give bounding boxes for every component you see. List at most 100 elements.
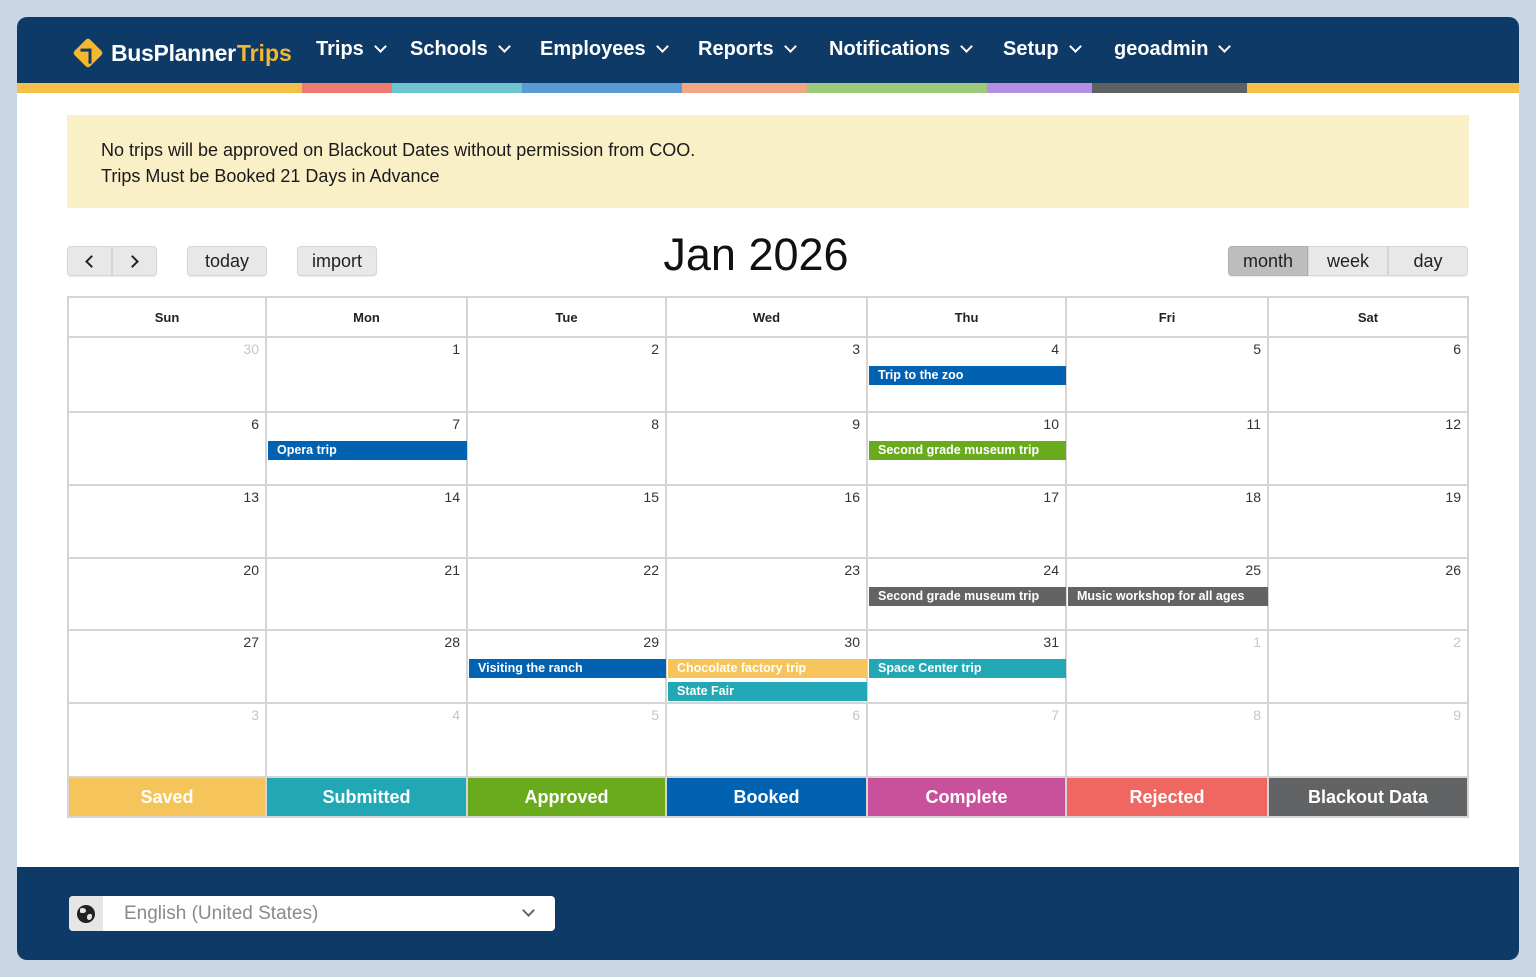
chevron-right-icon [126, 254, 139, 268]
day-cell[interactable]: 9 [1269, 704, 1467, 778]
nav-reports[interactable]: Reports [698, 38, 797, 61]
app-window: BusPlanner Trips Trips Schools Employees… [17, 17, 1519, 960]
day-number: 16 [844, 489, 860, 505]
day-cell[interactable]: 12 [1269, 413, 1467, 486]
stripe-segment [522, 83, 682, 93]
nav-employees[interactable]: Employees [540, 38, 669, 61]
day-cell[interactable]: 26 [1269, 559, 1467, 631]
nav-setup[interactable]: Setup [1003, 38, 1082, 61]
top-navbar: BusPlanner Trips Trips Schools Employees… [17, 17, 1519, 83]
day-cell[interactable]: 21 [267, 559, 468, 631]
day-cell[interactable]: 11 [1067, 413, 1269, 486]
legend-item-approved: Approved [468, 778, 667, 816]
stripe-segment [302, 83, 392, 93]
nav-trips[interactable]: Trips [316, 38, 387, 61]
day-cell[interactable]: 17 [868, 486, 1067, 559]
day-cell[interactable]: 6 [1269, 338, 1467, 413]
calendar-event[interactable]: Music workshop for all ages [1068, 587, 1268, 606]
nav-employees-label: Employees [540, 38, 646, 60]
day-cell[interactable]: 16 [667, 486, 868, 559]
day-cell[interactable]: 7 [868, 704, 1067, 778]
weekday-header: Fri [1067, 298, 1269, 338]
language-value: English (United States) [124, 902, 319, 924]
chevron-down-icon [960, 40, 973, 53]
next-button[interactable] [112, 246, 157, 276]
prev-button[interactable] [67, 246, 112, 276]
day-cell[interactable]: 8 [1067, 704, 1269, 778]
weekday-header: Thu [868, 298, 1067, 338]
day-number: 1 [452, 341, 460, 357]
nav-schools-label: Schools [410, 38, 488, 60]
language-select[interactable]: English (United States) [69, 896, 555, 931]
day-number: 5 [651, 707, 659, 723]
calendar-event[interactable]: Space Center trip [869, 659, 1066, 678]
day-number: 8 [1253, 707, 1261, 723]
day-cell[interactable]: 6 [69, 413, 267, 486]
day-cell[interactable]: 19 [1269, 486, 1467, 559]
day-cell[interactable]: 13 [69, 486, 267, 559]
legend-item-blackout-data: Blackout Data [1269, 778, 1467, 816]
calendar-title: Jan 2026 [663, 229, 849, 280]
day-cell[interactable]: 3 [69, 704, 267, 778]
day-cell[interactable]: 3 [667, 338, 868, 413]
day-cell[interactable]: 2 [468, 338, 667, 413]
nav-trips-label: Trips [316, 38, 364, 60]
weekday-header: Wed [667, 298, 868, 338]
day-cell[interactable]: 5 [1067, 338, 1269, 413]
day-cell[interactable]: 18 [1067, 486, 1269, 559]
stripe-segment [682, 83, 807, 93]
stripe-segment [1092, 83, 1247, 93]
day-number: 3 [852, 341, 860, 357]
day-number: 21 [444, 562, 460, 578]
calendar-event[interactable]: Chocolate factory trip [668, 659, 867, 678]
calendar-event[interactable]: Second grade museum trip [869, 587, 1066, 606]
day-number: 6 [251, 416, 259, 432]
chevron-down-icon [783, 40, 797, 53]
day-cell[interactable]: 28 [267, 631, 468, 704]
day-cell[interactable]: 27 [69, 631, 267, 704]
app-logo[interactable]: BusPlanner Trips [72, 37, 292, 69]
day-cell[interactable]: 2 [1269, 631, 1467, 704]
calendar-event[interactable]: Second grade museum trip [869, 441, 1066, 460]
today-button[interactable]: today [187, 246, 267, 276]
day-cell[interactable]: 20 [69, 559, 267, 631]
day-cell[interactable]: 5 [468, 704, 667, 778]
import-button[interactable]: import [297, 246, 377, 276]
day-cell[interactable]: 8 [468, 413, 667, 486]
day-number: 19 [1445, 489, 1461, 505]
stripe-segment [807, 83, 987, 93]
day-cell[interactable]: 1 [1067, 631, 1269, 704]
day-number: 12 [1445, 416, 1461, 432]
chevron-down-icon [522, 904, 535, 917]
view-day-button[interactable]: day [1388, 246, 1468, 276]
day-cell[interactable]: 22 [468, 559, 667, 631]
nav-schools[interactable]: Schools [410, 38, 511, 61]
weekday-header: Mon [267, 298, 468, 338]
day-number: 25 [1245, 562, 1261, 578]
day-cell[interactable]: 9 [667, 413, 868, 486]
calendar-event[interactable]: Trip to the zoo [869, 366, 1066, 385]
nav-notifications[interactable]: Notifications [829, 38, 973, 61]
view-week-button[interactable]: week [1308, 246, 1388, 276]
day-cell[interactable]: 15 [468, 486, 667, 559]
chevron-down-icon [655, 40, 669, 53]
day-number: 20 [243, 562, 259, 578]
view-month-button[interactable]: month [1228, 246, 1308, 276]
legend-item-rejected: Rejected [1067, 778, 1269, 816]
day-cell[interactable]: 4 [267, 704, 468, 778]
legend-item-saved: Saved [69, 778, 267, 816]
calendar-event[interactable]: State Fair [668, 682, 867, 701]
calendar-event[interactable]: Visiting the ranch [469, 659, 666, 678]
day-number: 4 [452, 707, 460, 723]
day-cell[interactable]: 30 [69, 338, 267, 413]
day-cell[interactable]: 1 [267, 338, 468, 413]
day-cell[interactable]: 14 [267, 486, 468, 559]
nav-user-menu[interactable]: geoadmin [1114, 38, 1232, 61]
calendar-event[interactable]: Opera trip [268, 441, 467, 460]
day-cell[interactable]: 6 [667, 704, 868, 778]
day-number: 13 [243, 489, 259, 505]
status-legend: Saved Submitted Approved Booked Complete Reje… [69, 778, 1467, 816]
day-cell[interactable]: 23 [667, 559, 868, 631]
day-number: 24 [1043, 562, 1059, 578]
nav-setup-label: Setup [1003, 38, 1059, 60]
